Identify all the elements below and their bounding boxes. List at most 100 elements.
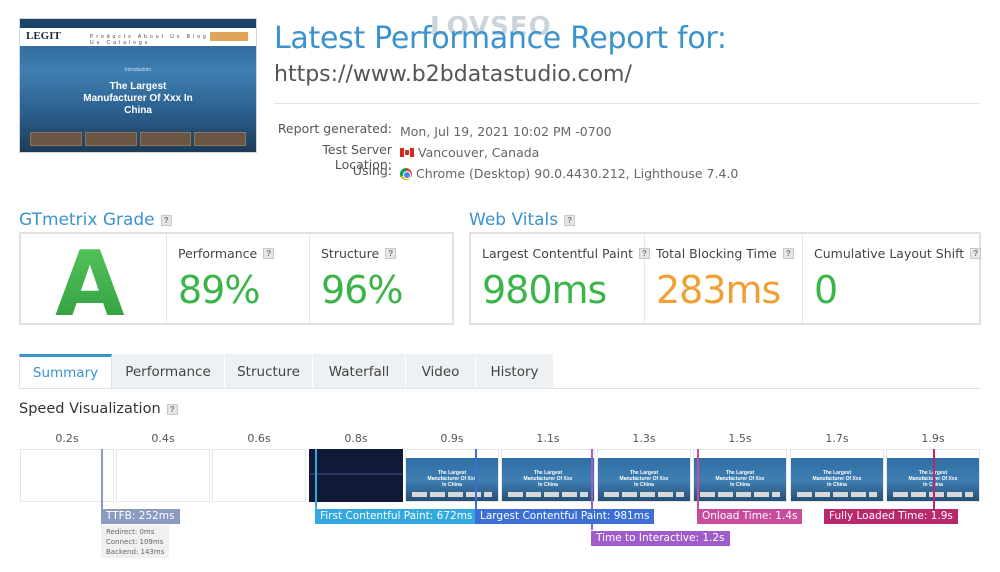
onload-marker-line bbox=[697, 449, 699, 511]
ttfb-marker-line bbox=[101, 449, 103, 511]
tbt-cell: Total Blocking Time? 283ms bbox=[645, 234, 803, 323]
meta-key: Using: bbox=[352, 163, 392, 178]
tab-waterfall[interactable]: Waterfall bbox=[313, 354, 406, 389]
tab-performance[interactable]: Performance bbox=[112, 354, 225, 389]
frame-hero-text: The Largest Manufacturer Of Xxx In China bbox=[812, 470, 862, 488]
filmstrip-frame[interactable] bbox=[309, 449, 403, 502]
thumbnail-topbar bbox=[20, 19, 256, 28]
help-icon[interactable]: ? bbox=[782, 248, 794, 259]
timeline-labels: 0.2s 0.4s 0.6s 0.8s 0.9s 1.1s 1.3s 1.5s … bbox=[19, 432, 981, 446]
onload-marker[interactable]: Onload Time: 1.4s bbox=[697, 509, 803, 524]
time-label: 1.7s bbox=[825, 432, 849, 445]
gtmetrix-grade-heading: GTmetrix Grade ? bbox=[19, 210, 172, 230]
filmstrip-frame[interactable] bbox=[116, 449, 210, 502]
report-tabs: Summary Performance Structure Waterfall … bbox=[19, 354, 554, 389]
filmstrip-frame[interactable]: The Largest Manufacturer Of Xxx In China bbox=[790, 449, 884, 502]
meta-key: Test Server Location: bbox=[322, 142, 392, 172]
tab-video[interactable]: Video bbox=[406, 354, 476, 389]
thumbnail-hero-text: The Largest Manufacturer Of Xxx In China bbox=[83, 81, 193, 116]
help-icon[interactable]: ? bbox=[385, 248, 397, 259]
lcp-marker-line bbox=[475, 449, 477, 511]
thumbnail-logo: LEGIT bbox=[26, 30, 61, 42]
tabs-divider bbox=[19, 388, 981, 389]
structure-value: 96% bbox=[321, 268, 403, 312]
ttfb-redirect: Redirect: 0ms bbox=[106, 528, 155, 536]
filmstrip-frame[interactable]: The Largest Manufacturer Of Xxx In China bbox=[501, 449, 595, 502]
ttfb-connect: Connect: 109ms bbox=[106, 538, 164, 546]
time-label: 0.6s bbox=[247, 432, 271, 445]
performance-label: Performance bbox=[178, 246, 258, 261]
help-icon[interactable]: ? bbox=[263, 248, 275, 259]
cls-value: 0 bbox=[814, 268, 838, 312]
frame-hero-text: The Largest Manufacturer Of Xxx In China bbox=[523, 470, 573, 488]
cls-cell: Cumulative Layout Shift? 0 bbox=[803, 234, 982, 323]
tab-structure[interactable]: Structure bbox=[225, 354, 313, 389]
structure-score-cell: Structure? 96% bbox=[310, 234, 452, 323]
ttfb-detail: Redirect: 0ms Connect: 109ms Backend: 14… bbox=[101, 525, 169, 558]
help-icon[interactable]: ? bbox=[564, 214, 576, 226]
time-label: 1.3s bbox=[632, 432, 656, 445]
header-divider bbox=[274, 103, 980, 104]
tab-summary[interactable]: Summary bbox=[19, 354, 112, 389]
tbt-label: Total Blocking Time bbox=[656, 246, 777, 261]
meta-value: Mon, Jul 19, 2021 10:02 PM -0700 bbox=[400, 124, 612, 139]
time-label: 1.1s bbox=[536, 432, 560, 445]
filmstrip-frame[interactable]: The Largest Manufacturer Of Xxx In China bbox=[405, 449, 499, 502]
meta-key: Report generated: bbox=[277, 121, 392, 136]
grade-panel: A Performance? 89% Structure? 96% bbox=[19, 232, 454, 337]
time-label: 1.9s bbox=[921, 432, 945, 445]
time-label: 1.5s bbox=[728, 432, 752, 445]
report-url[interactable]: https://www.b2bdatastudio.com/ bbox=[274, 62, 632, 87]
page-title: Latest Performance Report for: bbox=[274, 21, 727, 56]
tab-history[interactable]: History bbox=[476, 354, 554, 389]
help-icon[interactable]: ? bbox=[970, 248, 982, 259]
meta-row-using: Using: Chrome (Desktop) 90.0.4430.212, L… bbox=[274, 163, 739, 184]
tbt-value: 283ms bbox=[656, 268, 781, 312]
ttfb-marker[interactable]: TTFB: 252ms bbox=[101, 509, 180, 524]
time-label: 0.4s bbox=[151, 432, 175, 445]
time-label: 0.8s bbox=[344, 432, 368, 445]
web-vitals-heading: Web Vitals ? bbox=[469, 210, 576, 230]
lcp-marker[interactable]: Largest Contentful Paint: 981ms bbox=[475, 509, 655, 524]
performance-value: 89% bbox=[178, 268, 260, 312]
frame-hero-text: The Largest Manufacturer Of Xxx In China bbox=[715, 470, 765, 488]
filmstrip-frame[interactable] bbox=[20, 449, 114, 502]
performance-score-cell: Performance? 89% bbox=[167, 234, 310, 323]
lcp-value: 980ms bbox=[482, 268, 607, 312]
grade-letter: A bbox=[55, 232, 125, 337]
meta-row-generated: Report generated: Mon, Jul 19, 2021 10:0… bbox=[274, 121, 738, 142]
meta-row-location: Test Server Location: Vancouver, Canada bbox=[274, 142, 738, 172]
help-icon[interactable]: ? bbox=[160, 214, 172, 226]
thumbnail-nav: LEGIT Products About Us Blog Contact Us … bbox=[20, 28, 256, 46]
filmstrip: The Largest Manufacturer Of Xxx In China… bbox=[19, 449, 981, 502]
meta-value: Chrome (Desktop) 90.0.4430.212, Lighthou… bbox=[416, 166, 739, 181]
frame-hero-text: The Largest Manufacturer Of Xxx In China bbox=[427, 470, 477, 488]
web-vitals-panel: Largest Contentful Paint? 980ms Total Bl… bbox=[469, 232, 982, 325]
ttfb-backend: Backend: 143ms bbox=[106, 548, 165, 556]
thumbnail-tagline: Introduction bbox=[124, 67, 152, 73]
structure-label: Structure bbox=[321, 246, 380, 261]
cls-label: Cumulative Layout Shift bbox=[814, 246, 965, 261]
thumbnail-product-strip bbox=[30, 132, 246, 146]
fully-loaded-marker-line bbox=[933, 449, 935, 511]
help-icon[interactable]: ? bbox=[166, 403, 178, 415]
canada-flag-icon bbox=[400, 148, 414, 157]
site-screenshot-thumbnail: LEGIT Products About Us Blog Contact Us … bbox=[19, 18, 257, 153]
report-meta: Report generated: Mon, Jul 19, 2021 10:0… bbox=[274, 121, 739, 184]
fcp-marker[interactable]: First Contentful Paint: 672ms bbox=[315, 509, 478, 524]
fcp-marker-line bbox=[315, 449, 317, 511]
filmstrip-frame[interactable]: The Largest Manufacturer Of Xxx In China bbox=[693, 449, 787, 502]
chrome-icon bbox=[400, 167, 412, 180]
tti-marker[interactable]: Time to Interactive: 1.2s bbox=[591, 531, 730, 546]
frame-hero-text: The Largest Manufacturer Of Xxx In China bbox=[619, 470, 669, 488]
meta-value: Vancouver, Canada bbox=[418, 145, 540, 160]
grade-letter-cell: A bbox=[21, 232, 167, 337]
filmstrip-frame[interactable] bbox=[212, 449, 306, 502]
lcp-label: Largest Contentful Paint bbox=[482, 246, 633, 261]
thumbnail-cta-button bbox=[210, 32, 248, 41]
lcp-cell: Largest Contentful Paint? 980ms bbox=[471, 234, 650, 323]
filmstrip-frame[interactable]: The Largest Manufacturer Of Xxx In China bbox=[597, 449, 691, 502]
speed-visualization-heading: Speed Visualization ? bbox=[19, 401, 178, 417]
fully-loaded-marker[interactable]: Fully Loaded Time: 1.9s bbox=[824, 509, 958, 524]
time-label: 0.9s bbox=[440, 432, 464, 445]
